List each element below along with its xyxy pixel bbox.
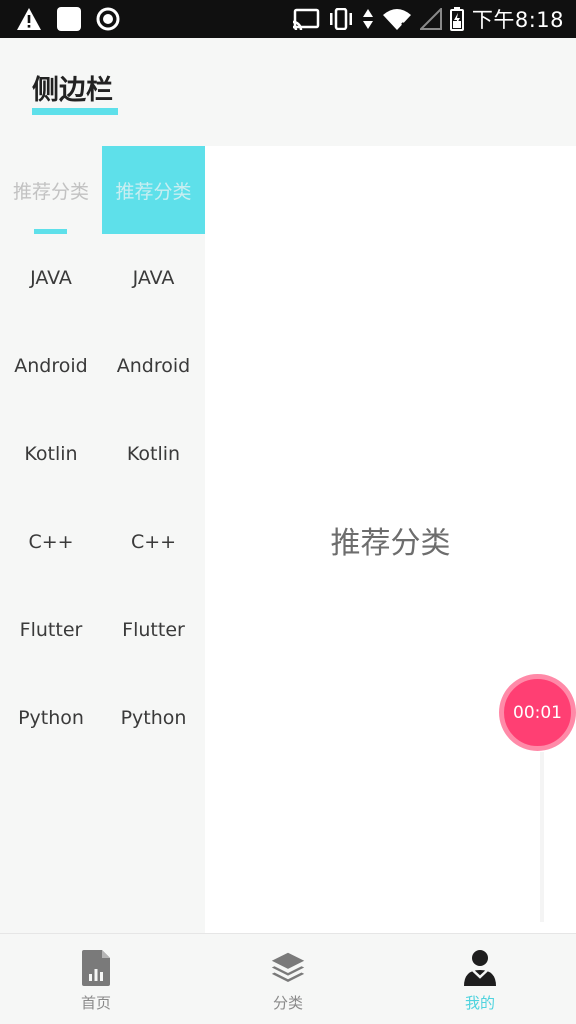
status-time: 下午8:18 xyxy=(471,8,564,32)
cast-icon xyxy=(292,8,320,30)
sidebar-item-python[interactable]: Python xyxy=(102,674,205,762)
nav-label-mine: 我的 xyxy=(464,994,495,1012)
floating-timer-button[interactable]: 00:01 xyxy=(499,674,576,751)
nav-label-category: 分类 xyxy=(272,994,303,1012)
sidebar-item-python[interactable]: Python xyxy=(0,674,102,762)
content-panel: 推荐分类 xyxy=(205,146,576,933)
timer-text: 00:01 xyxy=(513,702,562,723)
sidebar-item-android[interactable]: Android xyxy=(0,322,102,410)
status-bar: 下午8:18 xyxy=(0,0,576,38)
sidebar-item-cpp[interactable]: C++ xyxy=(0,498,102,586)
nav-mine[interactable]: 我的 xyxy=(384,934,576,1024)
vibrate-icon xyxy=(329,8,352,30)
sidebar-item-kotlin[interactable]: Kotlin xyxy=(102,410,205,498)
sidebar-tab-recommended[interactable]: 推荐分类 xyxy=(0,146,102,234)
sidebar-item-android[interactable]: Android xyxy=(102,322,205,410)
sidebar-item-flutter[interactable]: Flutter xyxy=(102,586,205,674)
sidebar-item-cpp[interactable]: C++ xyxy=(102,498,205,586)
sidebar-item-java[interactable]: JAVA xyxy=(102,234,205,322)
content-title: 推荐分类 xyxy=(330,526,451,561)
square-app-icon xyxy=(57,7,81,31)
floating-trail xyxy=(540,752,544,922)
sidebar-tab-recommended-selected[interactable]: 推荐分类 xyxy=(102,146,205,234)
bottom-navigation: 首页 分类 我的 xyxy=(0,933,576,1024)
nav-category[interactable]: 分类 xyxy=(192,934,384,1024)
sidebar-column-right: 推荐分类 JAVA Android Kotlin C++ Flutter Pyt… xyxy=(102,146,205,762)
warning-icon xyxy=(17,8,41,30)
sidebar-column-left: 推荐分类 JAVA Android Kotlin C++ Flutter Pyt… xyxy=(0,146,102,762)
layers-icon xyxy=(271,952,305,982)
title-accent-bar xyxy=(32,108,118,115)
nav-label-home: 首页 xyxy=(80,994,111,1012)
wifi-icon xyxy=(382,9,411,30)
sidebar-tab-label: 推荐分类 xyxy=(12,180,89,203)
app-header: 侧边栏 xyxy=(0,38,576,146)
person-icon xyxy=(464,950,496,986)
nav-home[interactable]: 首页 xyxy=(0,934,192,1024)
status-bar-left xyxy=(16,6,120,32)
page-title: 侧边栏 xyxy=(32,75,113,106)
status-bar-right: 下午8:18 xyxy=(292,6,564,32)
battery-icon xyxy=(449,7,464,31)
signal-icon xyxy=(419,8,442,30)
record-icon xyxy=(96,7,120,31)
document-chart-icon xyxy=(82,950,110,986)
sidebar-item-java[interactable]: JAVA xyxy=(0,234,102,322)
sidebar-item-kotlin[interactable]: Kotlin xyxy=(0,410,102,498)
data-arrows-icon xyxy=(362,9,373,29)
sidebar: 推荐分类 JAVA Android Kotlin C++ Flutter Pyt… xyxy=(0,146,205,933)
sidebar-item-flutter[interactable]: Flutter xyxy=(0,586,102,674)
